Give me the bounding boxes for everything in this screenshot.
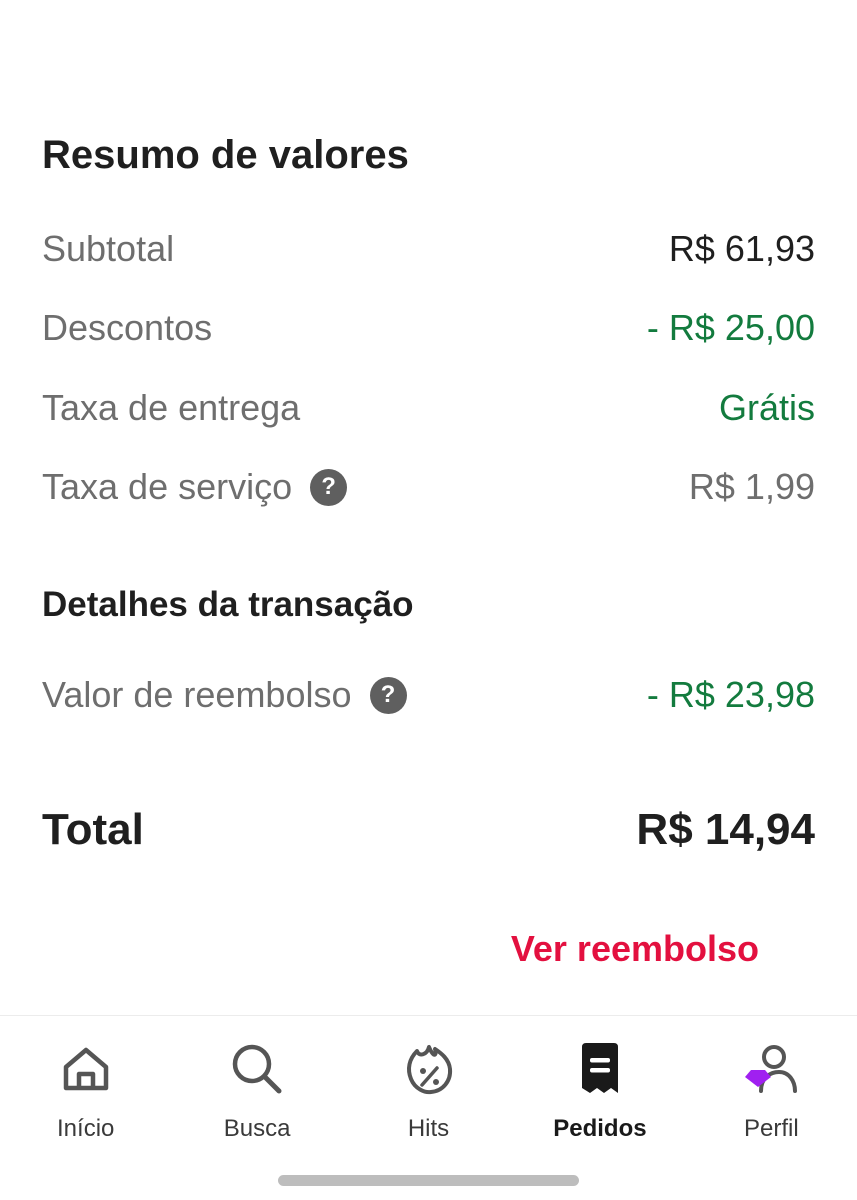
receipt-icon <box>570 1039 630 1099</box>
nav-label-inicio: Início <box>57 1115 115 1142</box>
transaction-details-title: Detalhes da transação <box>42 585 414 624</box>
profile-icon <box>741 1039 801 1099</box>
nav-item-pedidos[interactable]: Pedidos <box>514 1016 685 1146</box>
nav-item-perfil[interactable]: Perfil <box>686 1016 857 1146</box>
total-label: Total <box>42 805 144 854</box>
service-fee-row: Taxa de serviço ? R$ 1,99 <box>42 462 815 512</box>
order-summary-screen: Resumo de valores Subtotal R$ 61,93 Desc… <box>0 0 857 1200</box>
home-icon <box>56 1039 116 1099</box>
nav-item-inicio[interactable]: Início <box>0 1016 171 1146</box>
nav-label-busca: Busca <box>223 1115 291 1142</box>
nav-label-perfil: Perfil <box>743 1115 799 1142</box>
bottom-navigation: Início Busca Hits Pedidos Perfil <box>0 1015 857 1146</box>
refund-help-icon[interactable]: ? <box>369 676 407 714</box>
nav-label-pedidos: Pedidos <box>553 1115 647 1142</box>
nav-label-hits: Hits <box>407 1115 450 1142</box>
total-row: Total R$ 14,94 <box>42 800 815 860</box>
refund-row: Valor de reembolso ? - R$ 23,98 <box>42 670 815 720</box>
service-fee-label-group: Taxa de serviço ? <box>42 466 348 508</box>
subtotal-label: Subtotal <box>42 228 175 269</box>
refund-label: Valor de reembolso <box>42 674 352 715</box>
search-icon <box>227 1039 287 1099</box>
subtotal-row: Subtotal R$ 61,93 <box>42 224 815 274</box>
view-refund-link[interactable]: Ver reembolso <box>511 928 759 970</box>
nav-item-busca[interactable]: Busca <box>171 1016 342 1146</box>
service-fee-value: R$ 1,99 <box>688 466 815 507</box>
refund-label-group: Valor de reembolso ? <box>42 674 407 716</box>
summary-title: Resumo de valores <box>42 133 409 177</box>
discount-label: Descontos <box>42 307 213 348</box>
flame-percent-icon <box>399 1039 459 1099</box>
total-value: R$ 14,94 <box>636 805 815 854</box>
service-fee-label: Taxa de serviço <box>42 466 293 507</box>
home-indicator[interactable] <box>278 1175 579 1186</box>
subtotal-value: R$ 61,93 <box>668 228 815 269</box>
discount-row: Descontos - R$ 25,00 <box>42 303 815 353</box>
nav-item-hits[interactable]: Hits <box>343 1016 514 1146</box>
delivery-fee-label: Taxa de entrega <box>42 387 301 428</box>
discount-value: - R$ 25,00 <box>646 307 815 348</box>
delivery-fee-row: Taxa de entrega Grátis <box>42 383 815 433</box>
refund-value: - R$ 23,98 <box>646 674 815 715</box>
delivery-fee-value: Grátis <box>718 387 815 428</box>
service-fee-help-icon[interactable]: ? <box>310 468 348 506</box>
